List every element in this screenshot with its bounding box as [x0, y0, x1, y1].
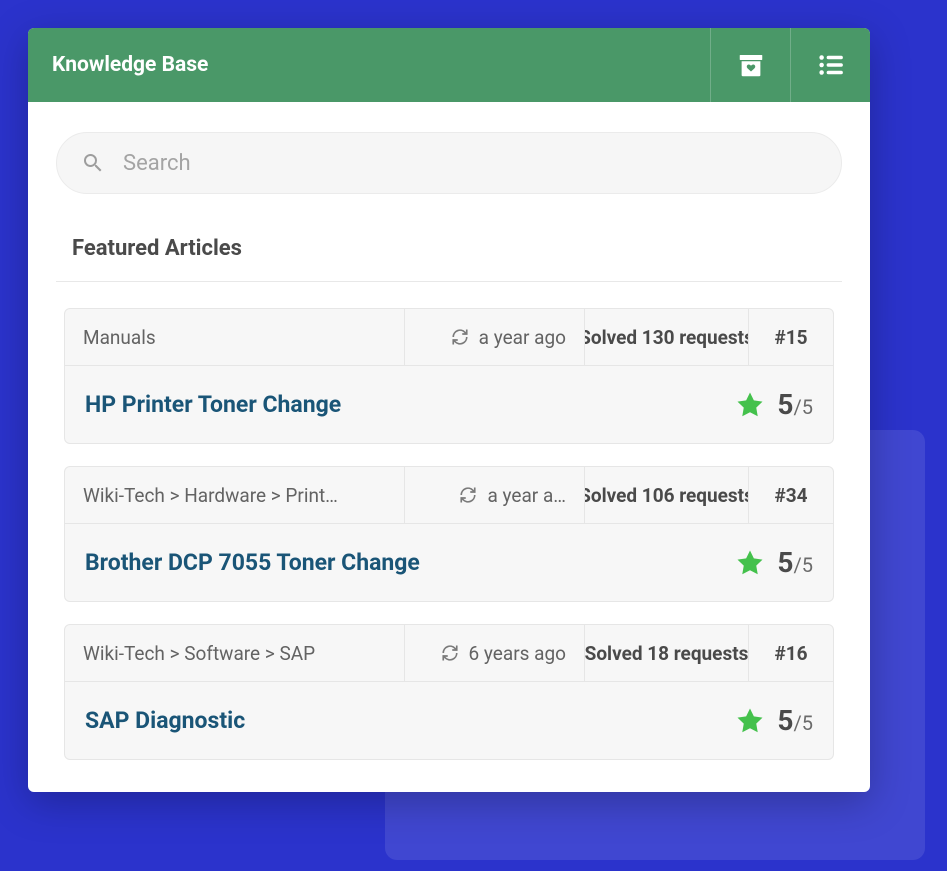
featured-section: Featured Articles Manuals a year ago So: [28, 212, 870, 760]
article-body: HP Printer Toner Change 5 /5: [65, 365, 833, 443]
section-title: Featured Articles: [72, 236, 826, 261]
header-bar: Knowledge Base: [28, 28, 870, 102]
rating-value: 5: [777, 388, 793, 421]
article-breadcrumb: Manuals: [65, 309, 405, 365]
section-header: Featured Articles: [56, 220, 842, 282]
archive-button[interactable]: [710, 28, 790, 102]
search-container: [28, 102, 870, 212]
updated-text: 6 years ago: [469, 642, 566, 665]
updated-text: a year a…: [487, 484, 566, 507]
article-body: SAP Diagnostic 5 /5: [65, 681, 833, 759]
article-meta-row: Manuals a year ago Solved 130 requests #…: [65, 309, 833, 365]
article-solved: Solved 106 requests: [585, 467, 749, 523]
rating-value: 5: [777, 704, 793, 737]
search-input[interactable]: [123, 151, 817, 176]
box-heart-icon: [736, 50, 766, 80]
article-rating: 5 /5: [777, 388, 813, 421]
breadcrumb-text: Wiki-Tech > Hardware > Print…: [83, 484, 338, 507]
updated-text: a year ago: [479, 326, 566, 349]
search-icon: [81, 151, 105, 175]
article-title[interactable]: SAP Diagnostic: [85, 707, 723, 734]
article-rating: 5 /5: [777, 704, 813, 737]
refresh-icon: [451, 328, 469, 346]
article-solved: Solved 130 requests: [585, 309, 749, 365]
article-title[interactable]: HP Printer Toner Change: [85, 391, 723, 418]
article-rank: #15: [749, 309, 833, 365]
article-card[interactable]: Wiki-Tech > Hardware > Print… a year a… …: [64, 466, 834, 602]
article-rank: #34: [749, 467, 833, 523]
list-icon: [816, 50, 846, 80]
breadcrumb-text: Manuals: [83, 326, 156, 349]
rating-max: /5: [794, 395, 814, 419]
article-updated: a year ago: [405, 309, 585, 365]
article-solved: Solved 18 requests: [585, 625, 749, 681]
article-breadcrumb: Wiki-Tech > Software > SAP: [65, 625, 405, 681]
article-body: Brother DCP 7055 Toner Change 5 /5: [65, 523, 833, 601]
article-card[interactable]: Wiki-Tech > Software > SAP 6 years ago S…: [64, 624, 834, 760]
article-rating: 5 /5: [777, 546, 813, 579]
star-icon: [735, 548, 765, 578]
article-meta-row: Wiki-Tech > Software > SAP 6 years ago S…: [65, 625, 833, 681]
star-icon: [735, 390, 765, 420]
refresh-icon: [441, 644, 459, 662]
article-card[interactable]: Manuals a year ago Solved 130 requests #…: [64, 308, 834, 444]
breadcrumb-text: Wiki-Tech > Software > SAP: [83, 642, 315, 665]
search-bar[interactable]: [56, 132, 842, 194]
page-title: Knowledge Base: [28, 28, 710, 102]
rating-value: 5: [777, 546, 793, 579]
star-icon: [735, 706, 765, 736]
list-view-button[interactable]: [790, 28, 870, 102]
refresh-icon: [459, 486, 477, 504]
article-breadcrumb: Wiki-Tech > Hardware > Print…: [65, 467, 405, 523]
article-title[interactable]: Brother DCP 7055 Toner Change: [85, 549, 723, 576]
article-updated: 6 years ago: [405, 625, 585, 681]
article-updated: a year a…: [405, 467, 585, 523]
article-rank: #16: [749, 625, 833, 681]
rating-max: /5: [794, 553, 814, 577]
rating-max: /5: [794, 711, 814, 735]
knowledge-base-window: Knowledge Base: [28, 28, 870, 792]
article-meta-row: Wiki-Tech > Hardware > Print… a year a… …: [65, 467, 833, 523]
